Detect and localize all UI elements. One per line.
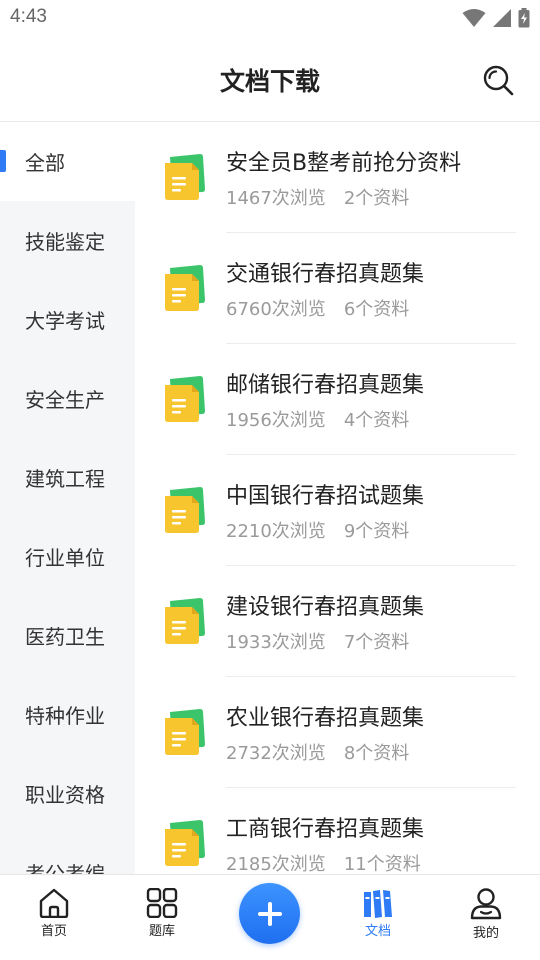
sidebar-item-label: 安全生产 <box>25 388 105 412</box>
home-icon <box>39 888 69 918</box>
sidebar-item-label: 全部 <box>25 151 65 175</box>
page-header: 文档下载 <box>0 36 540 122</box>
view-count: 1933次浏览 <box>226 632 326 653</box>
document-icon <box>165 487 205 533</box>
sidebar-item-industry-units[interactable]: 行业单位 <box>0 517 135 596</box>
document-title: 建设银行春招真题集 <box>226 595 425 620</box>
page-title: 文档下载 <box>219 67 320 96</box>
view-count: 2732次浏览 <box>226 743 326 764</box>
view-count: 2185次浏览 <box>226 854 326 874</box>
document-icon <box>165 820 205 866</box>
tab-label: 题库 <box>148 924 175 939</box>
file-count: 6个资料 <box>343 299 410 320</box>
status-bar: 4:43 <box>0 0 540 36</box>
battery-charging-icon <box>518 8 530 28</box>
tab-label: 首页 <box>40 924 67 939</box>
document-meta: 1467次浏览 2个资料 <box>226 184 409 210</box>
plus-icon <box>257 901 282 926</box>
document-meta: 1956次浏览 4个资料 <box>226 406 409 432</box>
sidebar-item-university-exam[interactable]: 大学考试 <box>0 280 135 359</box>
grid-icon <box>146 888 178 918</box>
search-icon[interactable] <box>482 64 514 96</box>
document-icon <box>165 154 205 200</box>
document-item[interactable]: 交通银行春招真题集 6760次浏览 6个资料 <box>135 233 540 344</box>
document-meta: 6760次浏览 6个资料 <box>226 295 409 321</box>
tab-mine[interactable]: 我的 <box>432 875 540 960</box>
document-title: 安全员B整考前抢分资料 <box>226 151 462 176</box>
file-count: 9个资料 <box>343 521 410 542</box>
document-title: 邮储银行春招真题集 <box>226 373 425 398</box>
add-button[interactable] <box>239 883 300 944</box>
document-title: 中国银行春招试题集 <box>226 484 425 509</box>
tab-question-bank[interactable]: 题库 <box>108 875 216 960</box>
document-meta: 1933次浏览 7个资料 <box>226 628 409 654</box>
sidebar-item-professional-qualification[interactable]: 职业资格 <box>0 754 135 833</box>
wifi-icon <box>462 9 486 27</box>
tab-label: 文档 <box>364 924 391 939</box>
sidebar-item-construction[interactable]: 建筑工程 <box>0 438 135 517</box>
sidebar-item-special-operations[interactable]: 特种作业 <box>0 675 135 754</box>
document-item[interactable]: 农业银行春招真题集 2732次浏览 8个资料 <box>135 677 540 788</box>
sidebar-item-safety-production[interactable]: 安全生产 <box>0 359 135 438</box>
document-icon <box>165 265 205 311</box>
user-icon <box>470 888 502 920</box>
sidebar-item-label: 考公考编 <box>25 862 105 874</box>
sidebar-item-all[interactable]: 全部 <box>0 122 135 201</box>
sidebar-item-label: 特种作业 <box>25 704 105 728</box>
document-meta: 2185次浏览 11个资料 <box>226 850 421 874</box>
file-count: 8个资料 <box>343 743 410 764</box>
document-item[interactable]: 安全员B整考前抢分资料 1467次浏览 2个资料 <box>135 122 540 233</box>
sidebar-item-civil-service[interactable]: 考公考编 <box>0 833 135 874</box>
document-item[interactable]: 工商银行春招真题集 2185次浏览 11个资料 <box>135 788 540 874</box>
document-title: 工商银行春招真题集 <box>226 817 425 842</box>
sidebar-item-label: 职业资格 <box>25 783 105 807</box>
document-item[interactable]: 建设银行春招真题集 1933次浏览 7个资料 <box>135 566 540 677</box>
sidebar-item-label: 大学考试 <box>25 309 105 333</box>
document-title: 农业银行春招真题集 <box>226 706 425 731</box>
document-icon <box>165 598 205 644</box>
tab-label: 我的 <box>472 926 499 941</box>
tab-documents[interactable]: 文档 <box>324 875 432 960</box>
sidebar-item-medicine-health[interactable]: 医药卫生 <box>0 596 135 675</box>
bottom-tab-bar: 首页 题库 文档 我的 <box>0 874 540 960</box>
view-count: 2210次浏览 <box>226 521 326 542</box>
sidebar-item-label: 行业单位 <box>25 546 105 570</box>
document-list: 安全员B整考前抢分资料 1467次浏览 2个资料 交通银行春招真题集 6760次浏… <box>135 122 540 874</box>
category-sidebar: 全部 技能鉴定 大学考试 安全生产 建筑工程 行业单位 医药卫生 特种作业 职业… <box>0 122 135 874</box>
file-count: 11个资料 <box>343 854 421 874</box>
status-icons <box>462 7 530 29</box>
document-icon <box>165 376 205 422</box>
document-item[interactable]: 邮储银行春招真题集 1956次浏览 4个资料 <box>135 344 540 455</box>
view-count: 6760次浏览 <box>226 299 326 320</box>
sidebar-item-label: 医药卫生 <box>25 625 105 649</box>
document-item[interactable]: 中国银行春招试题集 2210次浏览 9个资料 <box>135 455 540 566</box>
sidebar-item-label: 技能鉴定 <box>25 230 105 254</box>
document-meta: 2732次浏览 8个资料 <box>226 739 409 765</box>
file-count: 2个资料 <box>343 188 410 209</box>
view-count: 1467次浏览 <box>226 188 326 209</box>
sidebar-item-skill-appraisal[interactable]: 技能鉴定 <box>0 201 135 280</box>
sidebar-item-label: 建筑工程 <box>25 467 105 491</box>
status-time: 4:43 <box>10 6 47 27</box>
cellular-signal-icon <box>493 9 511 27</box>
file-count: 7个资料 <box>343 632 410 653</box>
document-meta: 2210次浏览 9个资料 <box>226 517 409 543</box>
document-icon <box>165 709 205 755</box>
file-count: 4个资料 <box>343 410 410 431</box>
tab-home[interactable]: 首页 <box>0 875 108 960</box>
documents-icon <box>364 890 392 918</box>
document-title: 交通银行春招真题集 <box>226 262 425 287</box>
view-count: 1956次浏览 <box>226 410 326 431</box>
